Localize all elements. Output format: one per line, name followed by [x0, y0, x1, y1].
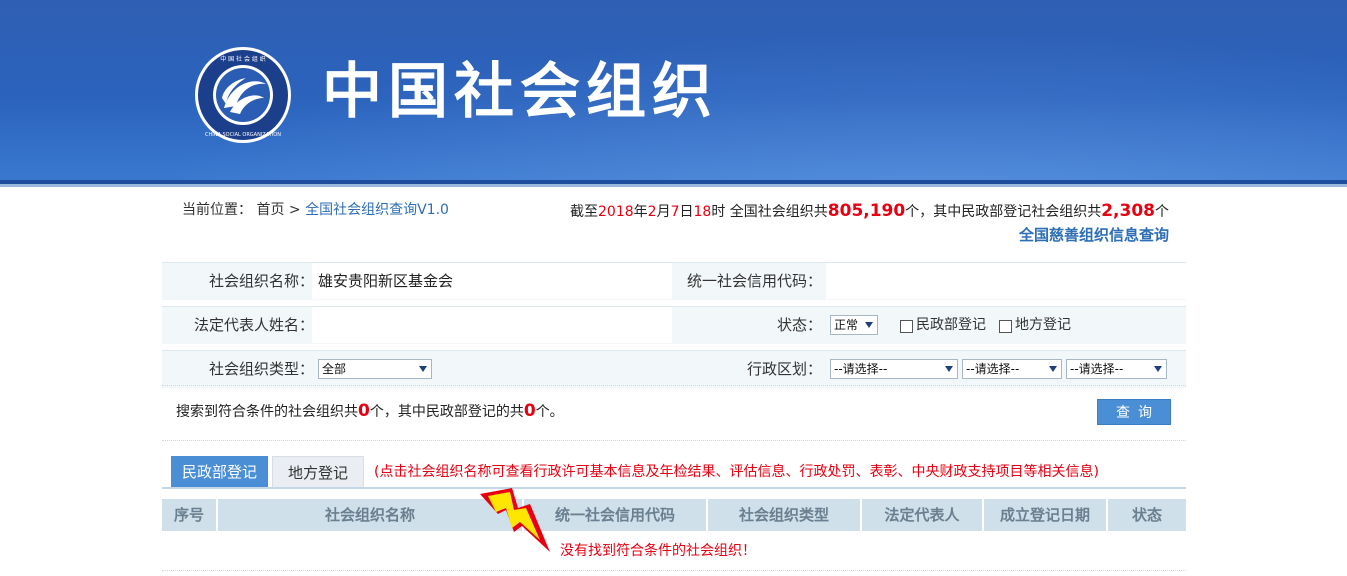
- query-button[interactable]: 查询: [1097, 399, 1171, 425]
- status-label: 状态：: [776, 316, 822, 334]
- breadcrumb-prefix: 当前位置：: [182, 202, 252, 218]
- region-county-select[interactable]: --请选择--: [1066, 359, 1167, 379]
- tab-underline: [162, 487, 1186, 489]
- tab-local-registered[interactable]: 地方登记: [272, 456, 364, 488]
- result-ministry-count: 0: [523, 401, 536, 421]
- org-name-value: 雄安贵阳新区基金会: [318, 272, 454, 290]
- stats-summary: 截至2018年2月7日18时 全国社会组织共805,190个，其中民政部登记社会…: [570, 200, 1169, 223]
- divider: [162, 570, 1186, 571]
- charity-search-link[interactable]: 全国慈善组织信息查询: [1019, 224, 1169, 245]
- stats-total-count: 805,190: [827, 201, 906, 221]
- site-logo[interactable]: 中 国 社 会 组 织 CHINA SOCIAL ORGANIZATION: [194, 46, 292, 144]
- stats-month: 2: [647, 204, 657, 220]
- org-type-select[interactable]: 全部: [318, 359, 432, 379]
- form-row-rep: 法定代表人姓名： 状态： 正常 民政部登记 地方登记: [162, 306, 1186, 344]
- result-text: 搜索到符合条件的社会组织共: [176, 404, 358, 420]
- column-header-org-type: 社会组织类型: [708, 499, 862, 531]
- tab-hint-note: (点击社会组织名称可查看行政许可基本信息及年检结果、评估信息、行政处罚、表彰、中…: [374, 464, 1099, 480]
- status-select[interactable]: 正常: [830, 315, 878, 335]
- breadcrumb-current-link[interactable]: 全国社会组织查询V1.0: [305, 202, 449, 218]
- breadcrumb-home-link[interactable]: 首页: [256, 202, 284, 218]
- credit-code-input[interactable]: [826, 263, 1186, 299]
- local-checkbox[interactable]: [999, 320, 1012, 333]
- stats-ministry-count: 2,308: [1101, 201, 1155, 221]
- column-header-legal-rep: 法定代表人: [862, 499, 984, 531]
- legal-rep-input[interactable]: [312, 307, 672, 343]
- empty-results-message: 没有找到符合条件的社会组织！: [560, 543, 756, 559]
- column-header-index: 序号: [162, 499, 218, 531]
- svg-text:CHINA SOCIAL ORGANIZATION: CHINA SOCIAL ORGANIZATION: [205, 132, 281, 138]
- form-row-type: 社会组织类型： 全部 行政区划： --请选择-- --请选择-- --请选择--: [162, 350, 1186, 388]
- chevron-down-icon: [1049, 366, 1057, 372]
- site-title: 中国社会组织: [322, 57, 718, 127]
- result-text: 个，其中民政部登记的共: [369, 404, 524, 420]
- local-checkbox-label: 地方登记: [1015, 317, 1071, 333]
- column-header-status: 状态: [1131, 506, 1162, 524]
- result-text: 个。: [535, 404, 564, 420]
- banner-divider-light: [0, 184, 1347, 187]
- stats-text: 时 全国社会组织共: [711, 204, 828, 220]
- status-select-value: 正常: [834, 318, 859, 332]
- region-province-select[interactable]: --请选择--: [830, 359, 958, 379]
- chevron-down-icon: [865, 322, 873, 328]
- credit-code-label: 统一社会信用代码：: [686, 272, 822, 290]
- divider: [162, 440, 1186, 441]
- legal-rep-label: 法定代表人姓名：: [193, 316, 314, 334]
- stats-text: 个: [1155, 204, 1169, 220]
- stats-day: 7: [670, 204, 680, 220]
- result-total-count: 0: [358, 401, 370, 421]
- org-type-label: 社会组织类型：: [208, 360, 314, 378]
- chevron-down-icon: [1154, 366, 1162, 372]
- stats-hour: 18: [693, 204, 712, 220]
- region-province-value: --请选择--: [834, 362, 888, 376]
- ministry-checkbox-label: 民政部登记: [916, 317, 986, 333]
- stats-text: 日: [679, 204, 694, 220]
- chevron-down-icon: [945, 366, 953, 372]
- region-city-value: --请选择--: [966, 362, 1020, 376]
- column-header-reg-date: 成立登记日期: [984, 499, 1108, 531]
- results-table-header: 序号 社会组织名称 统一社会信用代码 社会组织类型 法定代表人 成立登记日期 状…: [162, 499, 1186, 531]
- stats-year: 2018: [598, 204, 634, 220]
- stats-text: 截至: [570, 204, 599, 220]
- breadcrumb-separator: >: [288, 202, 301, 218]
- region-county-value: --请选择--: [1070, 362, 1124, 376]
- lightning-bolt-icon: [480, 488, 550, 552]
- breadcrumb: 当前位置： 首页 > 全国社会组织查询V1.0: [182, 200, 449, 220]
- org-name-label: 社会组织名称：: [208, 272, 314, 290]
- stats-text: 个，其中民政部登记社会组织共: [905, 204, 1102, 220]
- org-name-input[interactable]: 雄安贵阳新区基金会: [312, 263, 672, 299]
- search-result-summary: 搜索到符合条件的社会组织共0个，其中民政部登记的共0个。: [176, 400, 564, 423]
- chevron-down-icon: [419, 366, 427, 372]
- region-city-select[interactable]: --请选择--: [962, 359, 1062, 379]
- org-type-select-value: 全部: [322, 362, 347, 376]
- stats-text: 月: [656, 204, 671, 220]
- ministry-checkbox[interactable]: [900, 320, 913, 333]
- form-row-name: 社会组织名称： 雄安贵阳新区基金会 统一社会信用代码：: [162, 262, 1186, 300]
- svg-text:中 国 社 会 组 织: 中 国 社 会 组 织: [220, 55, 266, 63]
- tab-ministry-registered[interactable]: 民政部登记: [171, 456, 268, 488]
- region-label: 行政区划：: [746, 360, 822, 378]
- stats-text: 年: [633, 204, 648, 220]
- divider: [162, 385, 1186, 386]
